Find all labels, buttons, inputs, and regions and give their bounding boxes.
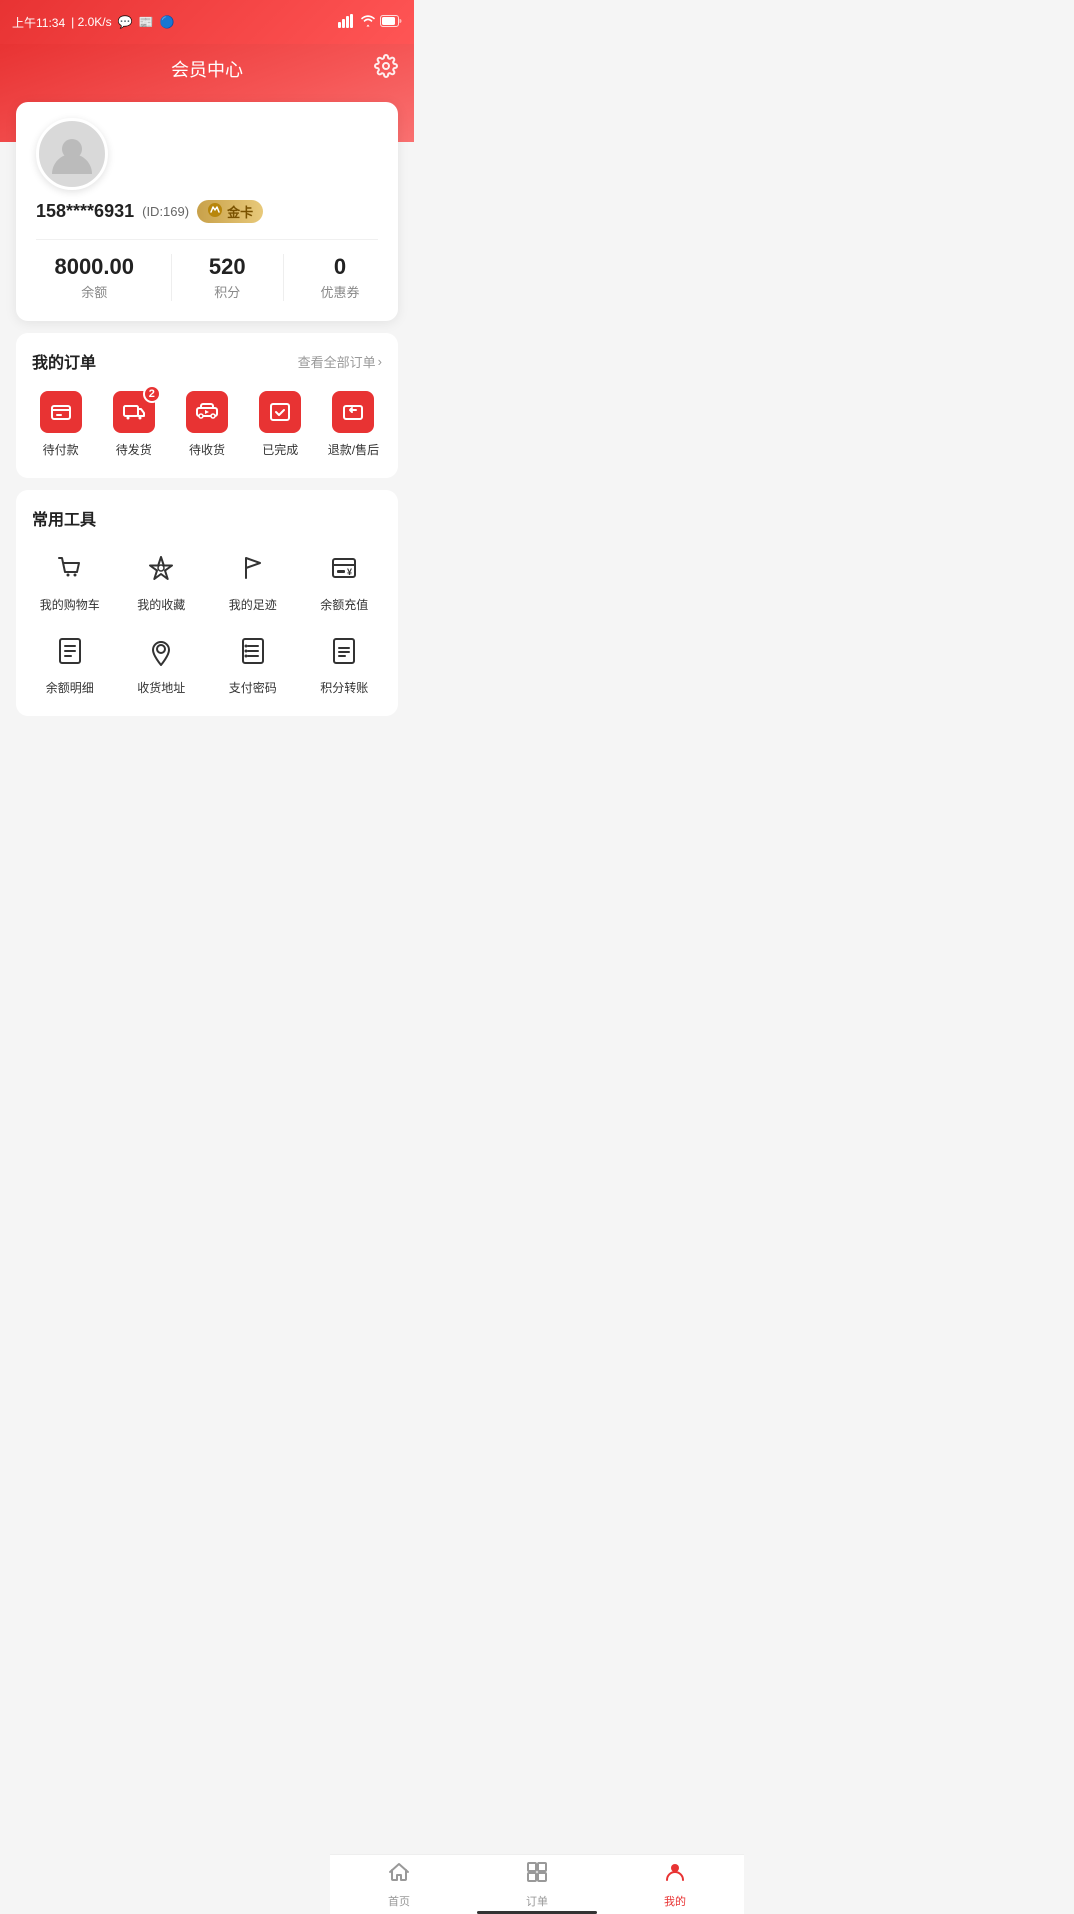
pending-receipt-label: 待收货 — [189, 441, 225, 458]
flag-icon — [231, 546, 275, 590]
tools-section: 常用工具 我的购物车 — [16, 490, 398, 716]
pending-shipment-label: 待发货 — [116, 441, 152, 458]
vip-badge: 金卡 — [197, 200, 263, 223]
balance-detail-label: 余额明细 — [46, 679, 94, 696]
balance-stat[interactable]: 8000.00 余额 — [54, 254, 134, 301]
order-pending-payment[interactable]: 待付款 — [24, 385, 97, 462]
shipment-badge: 2 — [143, 385, 161, 403]
mine-icon — [663, 1860, 687, 1890]
password-icon — [231, 629, 275, 673]
coupons-value: 0 — [320, 254, 359, 280]
orders-header: 我的订单 查看全部订单 › — [16, 349, 398, 385]
refund-icon — [332, 391, 374, 433]
orders-nav-icon — [525, 1860, 549, 1890]
tool-points-transfer[interactable]: 积分转账 — [299, 629, 391, 696]
balance-label: 余额 — [54, 282, 134, 301]
msg-icon: 🔵 — [160, 15, 175, 29]
shopping-cart-label: 我的购物车 — [40, 596, 100, 613]
orders-nav-label: 订单 — [526, 1893, 548, 1909]
completed-label: 已完成 — [262, 441, 298, 458]
order-pending-receipt[interactable]: 待收货 — [170, 385, 243, 462]
nav-mine[interactable]: 我的 — [606, 1855, 744, 1914]
order-completed[interactable]: 已完成 — [244, 385, 317, 462]
balance-value: 8000.00 — [54, 254, 134, 280]
tool-shopping-cart[interactable]: 我的购物车 — [24, 546, 116, 613]
view-all-orders-link[interactable]: 查看全部订单 › — [298, 352, 382, 371]
status-bar: 上午11:34 | 2.0K/s 💬 📰 🔵 — [0, 0, 414, 44]
refund-icon-wrap — [330, 389, 376, 435]
order-grid: 待付款 2 待发货 — [16, 385, 398, 470]
address-label: 收货地址 — [137, 679, 185, 696]
coupons-stat[interactable]: 0 优惠券 — [320, 254, 359, 301]
vip-icon — [207, 202, 223, 221]
shopping-cart-icon — [48, 546, 92, 590]
vip-level: 金卡 — [227, 202, 253, 221]
points-label: 积分 — [209, 282, 246, 301]
page-title: 会员中心 — [171, 60, 243, 80]
home-label: 首页 — [388, 1893, 410, 1909]
nav-orders[interactable]: 订单 — [468, 1855, 606, 1914]
pending-receipt-icon-wrap — [184, 389, 230, 435]
pending-payment-icon-wrap — [38, 389, 84, 435]
address-icon — [139, 629, 183, 673]
home-icon — [387, 1860, 411, 1890]
pending-payment-icon — [40, 391, 82, 433]
completed-icon — [259, 391, 301, 433]
wifi-icon — [360, 15, 376, 30]
payment-password-label: 支付密码 — [229, 679, 277, 696]
points-transfer-label: 积分转账 — [320, 679, 368, 696]
points-value: 520 — [209, 254, 246, 280]
footprint-label: 我的足迹 — [229, 596, 277, 613]
star-icon — [139, 546, 183, 590]
toutiao-icon: 📰 — [139, 15, 154, 29]
recharge-label: 余额充值 — [320, 596, 368, 613]
completed-icon-wrap — [257, 389, 303, 435]
chevron-right-icon: › — [378, 354, 382, 369]
orders-section: 我的订单 查看全部订单 › 待付款 — [16, 333, 398, 478]
status-network: | 2.0K/s — [71, 15, 111, 29]
pending-receipt-icon — [186, 391, 228, 433]
settings-button[interactable] — [374, 54, 398, 84]
stats-row: 8000.00 余额 520 积分 0 优惠券 — [36, 239, 378, 301]
status-time: 上午11:34 — [12, 14, 65, 31]
tool-recharge[interactable]: ¥ 余额充值 — [299, 546, 391, 613]
coupons-label: 优惠券 — [320, 282, 359, 301]
transfer-icon — [322, 629, 366, 673]
tool-balance-detail[interactable]: 余额明细 — [24, 629, 116, 696]
mine-label: 我的 — [664, 1893, 686, 1909]
phone-number: 158****6931 — [36, 201, 134, 222]
bottom-nav: 首页 订单 我的 — [330, 1854, 744, 1914]
tool-payment-password[interactable]: 支付密码 — [207, 629, 299, 696]
profile-card: 158****6931 (ID:169) 金卡 8000.00 余额 520 — [16, 102, 398, 321]
pending-shipment-icon-wrap: 2 — [111, 389, 157, 435]
status-right — [338, 14, 402, 31]
svg-text:¥: ¥ — [347, 567, 352, 577]
battery-icon — [380, 15, 402, 30]
order-refund[interactable]: 退款/售后 — [317, 385, 390, 462]
points-stat[interactable]: 520 积分 — [209, 254, 246, 301]
tools-title: 常用工具 — [32, 506, 96, 530]
avatar[interactable] — [36, 118, 108, 190]
orders-title: 我的订单 — [32, 349, 96, 373]
user-id: (ID:169) — [142, 204, 189, 219]
tools-header: 常用工具 — [16, 506, 398, 542]
recharge-icon: ¥ — [322, 546, 366, 590]
status-left: 上午11:34 | 2.0K/s 💬 📰 🔵 — [12, 14, 174, 31]
refund-label: 退款/售后 — [328, 441, 379, 458]
signal-icon — [338, 14, 356, 31]
tool-footprint[interactable]: 我的足迹 — [207, 546, 299, 613]
wechat-icon: 💬 — [118, 15, 133, 29]
balance-detail-icon — [48, 629, 92, 673]
tool-address[interactable]: 收货地址 — [116, 629, 208, 696]
pending-payment-label: 待付款 — [43, 441, 79, 458]
tool-favorites[interactable]: 我的收藏 — [116, 546, 208, 613]
order-pending-shipment[interactable]: 2 待发货 — [97, 385, 170, 462]
user-info-row: 158****6931 (ID:169) 金卡 — [36, 200, 378, 223]
favorites-label: 我的收藏 — [137, 596, 185, 613]
tools-grid: 我的购物车 我的收藏 — [16, 542, 398, 708]
nav-home[interactable]: 首页 — [330, 1855, 468, 1914]
